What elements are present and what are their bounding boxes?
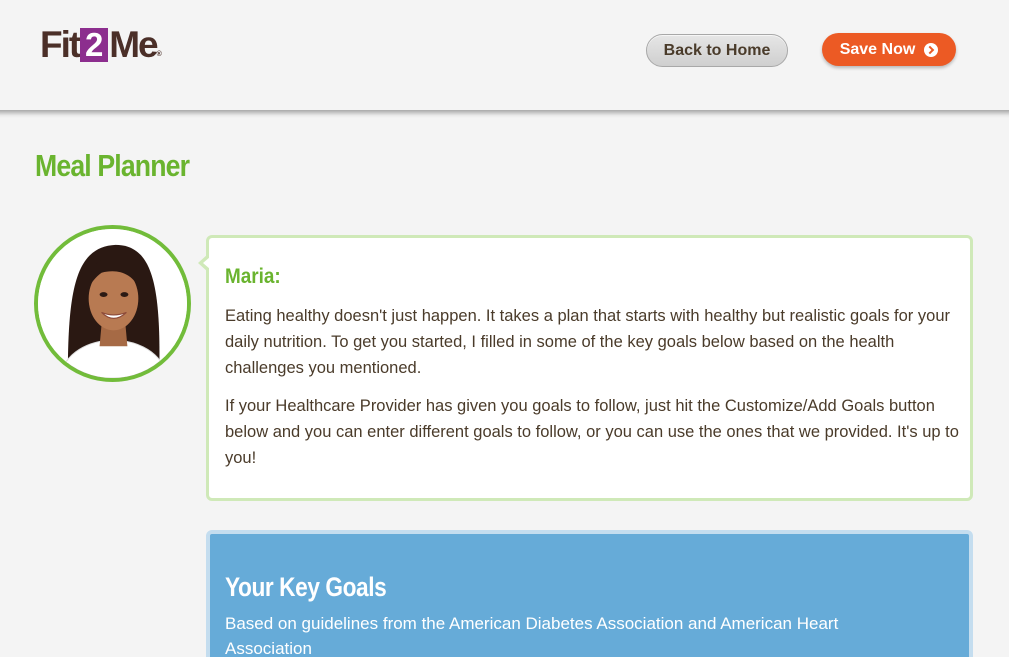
coach-avatar bbox=[34, 225, 191, 382]
logo-text-me: Me bbox=[109, 24, 158, 65]
arrow-right-circle-icon bbox=[924, 42, 939, 57]
logo-text-2: 2 bbox=[80, 28, 109, 62]
logo-trademark: ® bbox=[156, 51, 162, 58]
coach-message-paragraph: If your Healthcare Provider has given yo… bbox=[225, 397, 959, 467]
speech-bubble-pointer-fill bbox=[203, 257, 210, 269]
save-now-label: Save Now bbox=[839, 40, 916, 58]
logo-text-fit: Fit bbox=[40, 24, 81, 65]
key-goals-subtitle: Based on guidelines from the American Di… bbox=[225, 614, 839, 657]
save-now-button[interactable]: Save Now bbox=[822, 33, 956, 66]
woman-portrait-image bbox=[38, 229, 187, 378]
coach-name: Maria: bbox=[225, 265, 281, 288]
coach-message-paragraph: Eating healthy doesn't just happen. It t… bbox=[225, 307, 950, 377]
key-goals-title: Your Key Goals bbox=[225, 572, 387, 602]
fit2me-logo[interactable]: Fit 2 Me ® bbox=[40, 24, 162, 65]
page-title: Meal Planner bbox=[35, 148, 190, 183]
back-to-home-button[interactable]: Back to Home bbox=[646, 34, 788, 67]
back-to-home-label: Back to Home bbox=[663, 41, 771, 59]
header-shadow bbox=[0, 110, 1009, 118]
